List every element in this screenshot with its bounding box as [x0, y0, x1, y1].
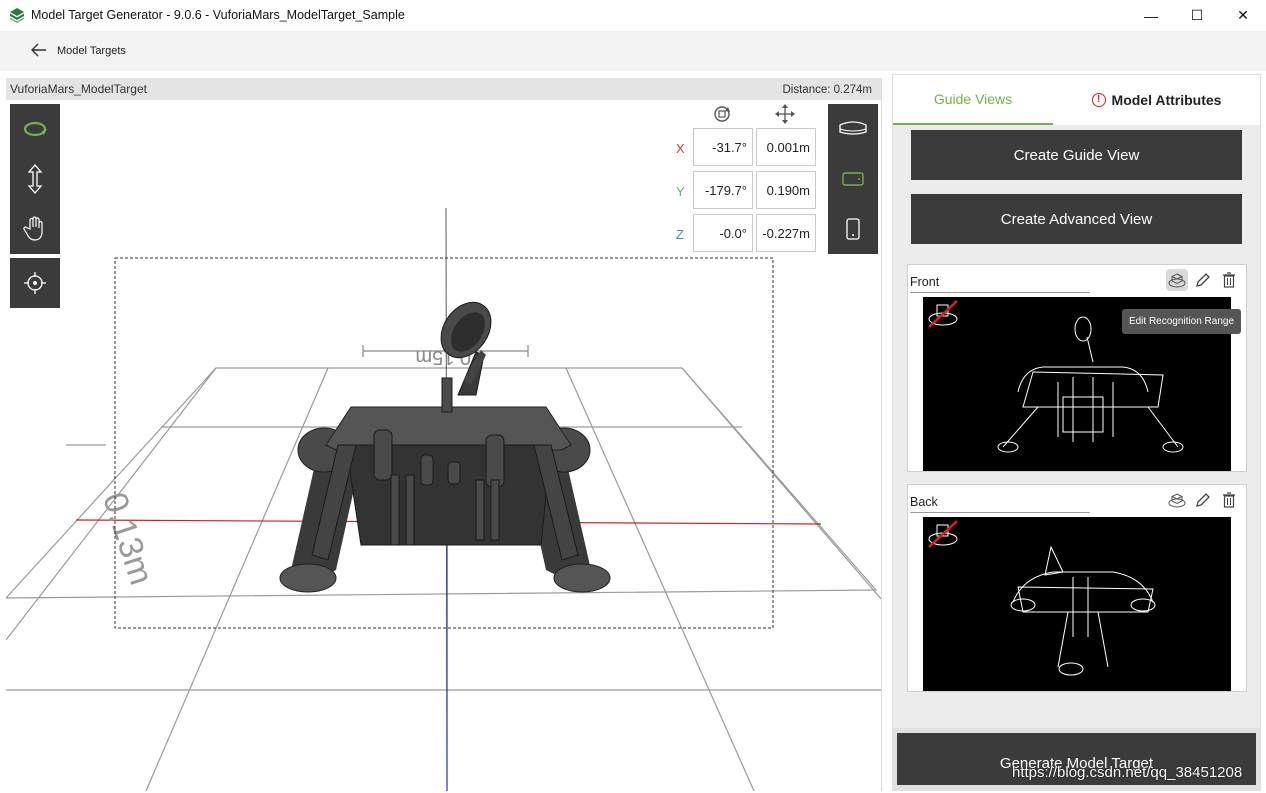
y-axis-label: Y [676, 184, 685, 199]
z-position-field[interactable]: -0.227m [756, 214, 816, 252]
guide-view-name[interactable]: Back [910, 487, 1090, 513]
trash-icon [1223, 272, 1235, 288]
z-axis-label: Z [676, 227, 684, 242]
y-rotation-field[interactable]: -179.7° [693, 171, 753, 209]
crosshair-icon [24, 272, 46, 294]
window-title: Model Target Generator - 9.0.6 - Vuforia… [31, 8, 405, 22]
z-rotation-field[interactable]: -0.0° [693, 214, 753, 252]
model-name: VuforiaMars_ModelTarget [10, 82, 147, 96]
headset-icon [839, 121, 867, 135]
move-icon [775, 104, 795, 124]
breadcrumb-model-targets[interactable]: Model Targets [57, 45, 126, 57]
tab-guide-views[interactable]: Guide Views [893, 75, 1053, 125]
nav-bar: Model Targets [0, 31, 1266, 71]
hand-tool-button[interactable] [10, 204, 60, 254]
back-arrow-icon[interactable] [31, 43, 47, 57]
tooltip-edit-recognition-range: Edit Recognition Range [1122, 309, 1241, 334]
cube-icon [1168, 493, 1186, 508]
tablet-icon [842, 172, 864, 186]
create-guide-view-button[interactable]: Create Guide View [911, 130, 1242, 180]
focus-tool-panel [10, 258, 60, 308]
recognition-range-button[interactable] [1166, 489, 1188, 511]
hand-icon [23, 216, 43, 241]
guide-view-name[interactable]: Front [910, 267, 1090, 293]
watermark: https://blog.csdn.net/qq_38451208 [1012, 764, 1243, 781]
device-tools [828, 104, 878, 254]
x-position-field[interactable]: 0.001m [756, 128, 816, 166]
app-logo-icon [10, 8, 24, 23]
guide-view-actions [1166, 489, 1240, 511]
tab-model-attributes[interactable]: ! Model Attributes [1053, 75, 1260, 125]
edit-guide-view-button[interactable] [1192, 489, 1214, 511]
guide-view-actions [1166, 269, 1240, 291]
headset-view-button[interactable] [828, 104, 878, 154]
navigation-tools [10, 104, 60, 254]
viewport-header: VuforiaMars_ModelTarget Distance: 0.274m [6, 78, 881, 100]
maximize-button[interactable]: ☐ [1174, 0, 1220, 31]
tab-model-attributes-label: Model Attributes [1111, 92, 1222, 108]
pan-vertical-icon [27, 164, 43, 194]
sidebar-tabs: Guide Views ! Model Attributes [893, 75, 1260, 125]
orbit-icon [23, 121, 47, 137]
no-range-icon [928, 520, 958, 548]
center-view-button[interactable] [10, 258, 60, 308]
sidebar: Guide Views ! Model Attributes Create Gu… [892, 74, 1261, 791]
guide-view-card-front[interactable]: Front [907, 264, 1247, 472]
tab-guide-views-label: Guide Views [933, 91, 1013, 107]
tablet-view-button[interactable] [828, 154, 878, 204]
orbit-tool-button[interactable] [10, 104, 60, 154]
create-advanced-view-button[interactable]: Create Advanced View [911, 194, 1242, 244]
delete-guide-view-button[interactable] [1218, 269, 1240, 291]
pan-vertical-tool-button[interactable] [10, 154, 60, 204]
guide-view-card-back[interactable]: Back [907, 484, 1247, 692]
rotate-icon [714, 106, 730, 122]
distance-readout: Distance: 0.274m [782, 84, 873, 96]
x-axis-label: X [676, 141, 685, 156]
generate-bar: Generate Model Target [892, 728, 1261, 791]
model-viewport[interactable]: VuforiaMars_ModelTarget Distance: 0.274m… [6, 78, 882, 791]
x-rotation-field[interactable]: -31.7° [693, 128, 753, 166]
trash-icon [1223, 492, 1235, 508]
cube-icon [1168, 273, 1186, 288]
minimize-button[interactable]: — [1128, 0, 1174, 31]
dimension-label-left: 0.13m [95, 488, 160, 590]
back-wireframe [928, 520, 1156, 676]
phone-view-button[interactable] [828, 204, 878, 254]
y-position-field[interactable]: 0.190m [756, 171, 816, 209]
pencil-icon [1196, 493, 1210, 507]
no-range-icon [928, 300, 958, 328]
lander-model[interactable] [279, 293, 611, 593]
recognition-range-button[interactable] [1166, 269, 1188, 291]
warning-icon: ! [1091, 93, 1106, 107]
close-button[interactable]: ✕ [1220, 0, 1266, 31]
edit-guide-view-button[interactable] [1192, 269, 1214, 291]
delete-guide-view-button[interactable] [1218, 489, 1240, 511]
guide-view-thumbnail[interactable] [923, 517, 1231, 691]
phone-icon [846, 218, 860, 240]
pencil-icon [1196, 273, 1210, 287]
title-bar: Model Target Generator - 9.0.6 - Vuforia… [0, 0, 1266, 31]
